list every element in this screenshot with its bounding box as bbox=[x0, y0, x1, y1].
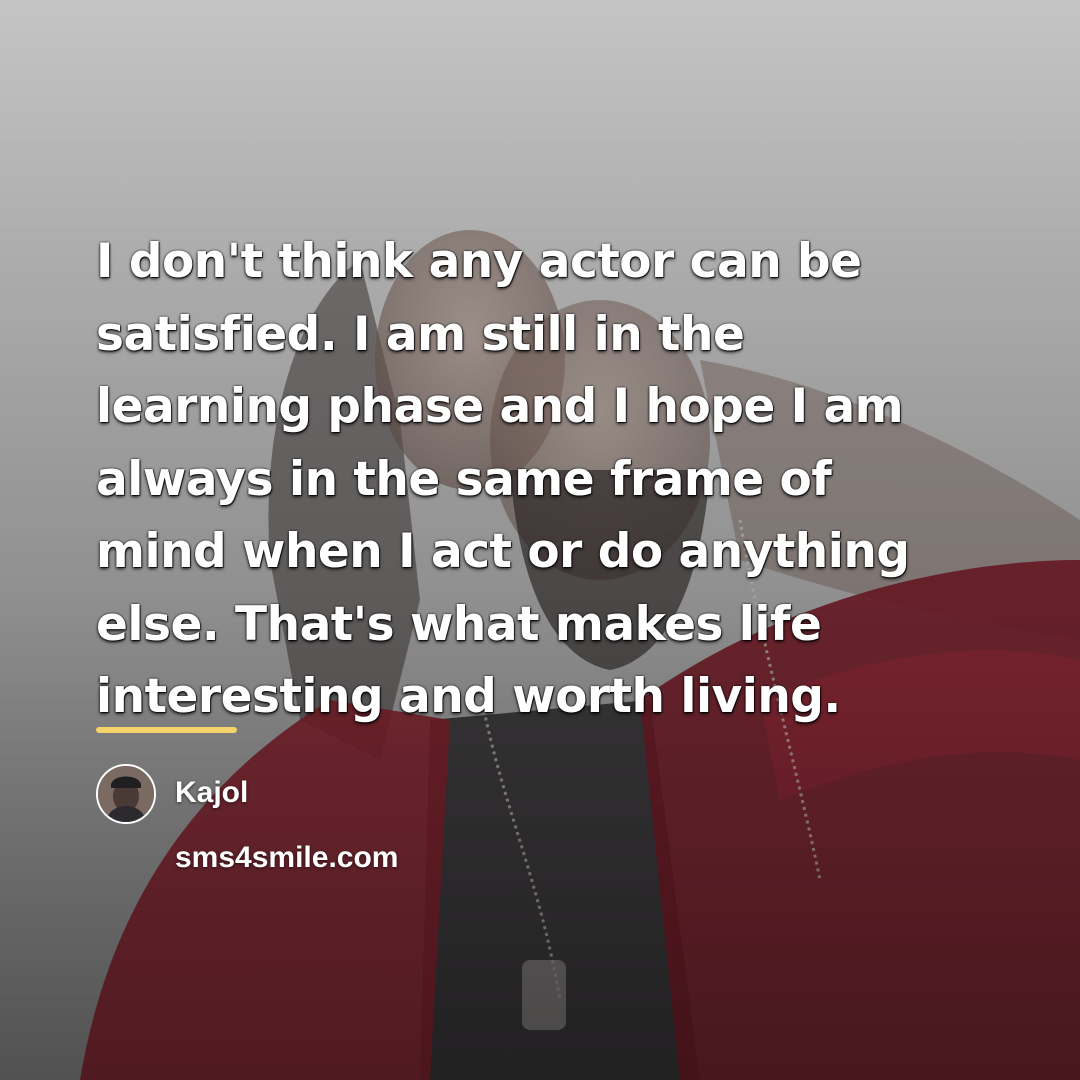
quote-line: learning phase and I hope I am bbox=[96, 379, 904, 434]
quote-line: I don't think any actor can be bbox=[96, 234, 862, 289]
quote-text: I don't think any actor can be satisfied… bbox=[96, 226, 996, 734]
person-avatar-icon bbox=[96, 764, 156, 824]
quote-line: mind when I act or do anything bbox=[96, 524, 910, 579]
site-url[interactable]: sms4smile.com bbox=[175, 838, 398, 878]
author-name: Kajol bbox=[175, 776, 249, 809]
quote-line: interesting and worth living. bbox=[96, 669, 841, 724]
quote-line: satisfied. I am still in the bbox=[96, 306, 745, 362]
quote-line: else. That's what makes life bbox=[96, 596, 822, 652]
quote-line: always in the same frame of bbox=[96, 451, 832, 507]
accent-underline bbox=[96, 727, 237, 733]
